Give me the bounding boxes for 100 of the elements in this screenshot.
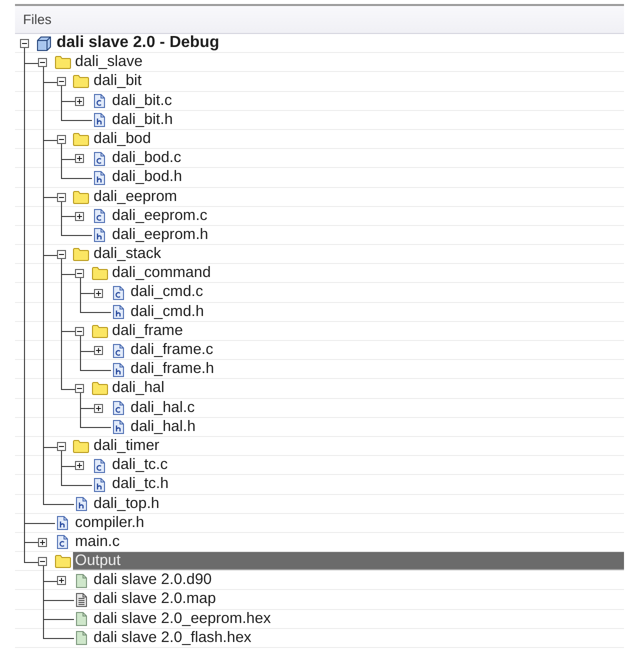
plus-icon: [96, 406, 101, 411]
folder-icon: [92, 324, 108, 338]
plus-icon: [58, 578, 64, 584]
tree-expander[interactable]: [75, 96, 84, 106]
h-file-icon: [112, 305, 124, 320]
folder-label[interactable]: dali_eeprom: [92, 188, 180, 206]
tree-expander[interactable]: [75, 154, 84, 164]
file-label[interactable]: dali_bod.c: [110, 149, 184, 168]
h-file-icon: [94, 228, 105, 242]
folder-icon: [54, 555, 70, 568]
h-file-icon: [94, 113, 105, 128]
plus-icon: [77, 156, 82, 162]
file-label[interactable]: dali slave 2.0_flash.hex: [92, 628, 254, 647]
tree-expander[interactable]: [38, 538, 48, 547]
plus-icon: [77, 98, 82, 104]
file-label[interactable]: dali_frame.h: [128, 360, 216, 378]
plus-icon: [77, 463, 82, 468]
file-label[interactable]: dali slave 2.0.d90: [92, 571, 214, 590]
file-icon: [76, 574, 86, 588]
c-file-icon: [112, 401, 124, 416]
tree-expander[interactable]: [94, 404, 103, 413]
file-label[interactable]: dali_tc.c: [110, 456, 170, 474]
file-label[interactable]: dali_frame.c: [128, 341, 216, 360]
minus-icon: [58, 79, 64, 84]
h-file-icon: [57, 516, 68, 530]
file-icon: [76, 612, 86, 626]
file-label[interactable]: dali_hal.c: [128, 398, 197, 417]
tree-expander[interactable]: [20, 39, 29, 48]
tree-expander[interactable]: [38, 58, 48, 68]
folder-icon: [54, 56, 70, 70]
folder-icon: [73, 133, 89, 146]
file-label[interactable]: dali_bit.h: [110, 110, 175, 129]
tree-expander[interactable]: [56, 135, 66, 144]
file-label[interactable]: dali_eeprom.h: [110, 226, 210, 244]
tree-expander[interactable]: [94, 346, 103, 356]
minus-icon: [58, 137, 64, 142]
h-file-icon: [112, 362, 124, 377]
file-label[interactable]: dali slave 2.0.map: [92, 590, 218, 609]
minus-icon: [40, 559, 46, 564]
folder-icon: [73, 75, 89, 88]
c-file-icon: [57, 535, 68, 550]
tree-expander[interactable]: [38, 557, 48, 566]
minus-icon: [77, 386, 82, 392]
folder-label[interactable]: dali_frame: [110, 322, 185, 340]
folder-icon: [92, 267, 108, 280]
file-label[interactable]: dali_eeprom.c: [110, 206, 210, 225]
tree-expander[interactable]: [75, 461, 84, 470]
panel-header: Files: [15, 6, 624, 34]
c-file-icon: [94, 209, 105, 224]
h-file-icon: [94, 170, 105, 185]
folder-label[interactable]: dali_slave: [73, 53, 145, 72]
project-label[interactable]: dali slave 2.0 - Debug: [54, 34, 222, 52]
file-label[interactable]: dali_cmd.c: [128, 283, 206, 302]
file-label[interactable]: dali_hal.h: [128, 418, 198, 436]
file-label[interactable]: dali slave 2.0_eeprom.hex: [92, 610, 273, 628]
c-file-icon: [94, 152, 105, 166]
minus-icon: [58, 444, 64, 450]
h-file-icon: [76, 497, 86, 512]
folder-label[interactable]: dali_bod: [92, 130, 153, 148]
tree-expander[interactable]: [94, 288, 103, 298]
tree-expander[interactable]: [75, 269, 84, 278]
folder-icon: [73, 440, 89, 454]
folder-label[interactable]: dali_command: [110, 264, 213, 282]
file-label[interactable]: dali_bit.c: [110, 92, 174, 110]
c-file-icon: [112, 344, 124, 358]
file-label[interactable]: dali_bod.h: [110, 168, 184, 186]
c-file-icon: [94, 458, 105, 473]
file-label[interactable]: dali_tc.h: [110, 475, 171, 494]
h-file-icon: [112, 420, 124, 434]
tree-expander[interactable]: [75, 326, 84, 336]
folder-label[interactable]: dali_bit: [92, 72, 144, 91]
tree-expander[interactable]: [56, 250, 66, 260]
minus-icon: [58, 252, 64, 258]
tree-expander[interactable]: [75, 212, 84, 221]
file-label[interactable]: compiler.h: [73, 514, 146, 532]
folder-icon: [73, 248, 89, 262]
minus-icon: [77, 271, 82, 276]
cube-icon: [37, 36, 51, 52]
tree-expander[interactable]: [56, 442, 66, 452]
plus-icon: [96, 348, 101, 354]
file-label[interactable]: dali_cmd.h: [128, 302, 206, 321]
folder-label[interactable]: Output: [73, 552, 624, 570]
plus-icon: [40, 540, 46, 545]
tree-expander[interactable]: [56, 77, 66, 86]
tree-expander[interactable]: [56, 576, 66, 586]
folder-label[interactable]: dali_stack: [92, 245, 164, 264]
file-label[interactable]: main.c: [73, 532, 122, 552]
file-icon: [76, 631, 86, 646]
minus-icon: [58, 194, 64, 200]
plus-icon: [96, 290, 101, 296]
folder-label[interactable]: dali_timer: [92, 436, 162, 456]
h-file-icon: [94, 478, 105, 492]
file-label[interactable]: dali_top.h: [92, 494, 162, 513]
tree-expander[interactable]: [75, 384, 84, 394]
minus-icon: [77, 328, 82, 334]
folder-label[interactable]: dali_hal: [110, 379, 166, 398]
c-file-icon: [112, 286, 124, 300]
minus-icon: [22, 41, 27, 46]
c-file-icon: [94, 94, 105, 108]
tree-expander[interactable]: [56, 192, 66, 202]
